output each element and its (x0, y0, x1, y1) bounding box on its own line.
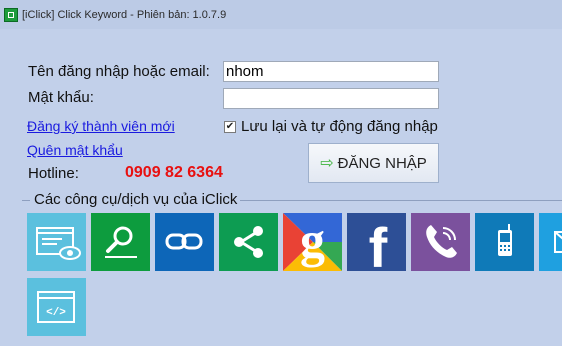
remember-checkbox[interactable]: ✔ (224, 121, 236, 133)
tool-tile-code[interactable]: </> (27, 278, 86, 336)
google-icon: g (283, 213, 342, 271)
svg-text:f: f (369, 216, 388, 271)
tool-tile-link[interactable] (155, 213, 214, 271)
tool-tile-mobile[interactable] (475, 213, 534, 271)
viber-icon (426, 225, 457, 258)
section-divider-right (240, 200, 562, 201)
title-bar[interactable]: [iClick] Click Keyword - Phiên bản: 1.0.… (0, 0, 562, 29)
password-input[interactable] (223, 88, 439, 109)
hotline-label: Hotline: (28, 165, 79, 182)
app-icon (4, 8, 18, 22)
remember-label[interactable]: Lưu lại và tự động đăng nhập (241, 118, 438, 135)
tool-tile-browser[interactable] (27, 213, 86, 271)
tools-section-label: Các công cụ/dịch vụ của iClick (34, 191, 238, 208)
tool-tile-search[interactable] (91, 213, 150, 271)
email-icon (554, 231, 562, 253)
tool-tile-email[interactable] (539, 213, 562, 271)
window-title: [iClick] Click Keyword - Phiên bản: 1.0.… (22, 9, 227, 21)
magnifier-icon (105, 226, 137, 258)
svg-text:</>: </> (46, 307, 66, 319)
section-divider-left (22, 200, 30, 201)
facebook-icon: f (369, 216, 388, 271)
forgot-password-link[interactable]: Quên mật khẩu (27, 142, 123, 158)
code-window-icon: </> (37, 291, 75, 323)
tool-tile-share[interactable] (219, 213, 278, 271)
username-input[interactable] (223, 61, 439, 82)
tool-tile-viber[interactable] (411, 213, 470, 271)
tool-tile-google[interactable]: g (283, 213, 342, 271)
password-label: Mật khẩu: (28, 89, 94, 106)
svg-text:g: g (300, 213, 325, 268)
username-label: Tên đăng nhập hoặc email: (28, 63, 210, 80)
login-button-label: ĐĂNG NHẬP (337, 154, 427, 172)
mobile-phone-icon (498, 224, 512, 256)
tool-tile-facebook[interactable]: f (347, 213, 406, 271)
hotline-number: 0909 82 6364 (125, 164, 223, 181)
arrow-right-icon: ⇨ (320, 155, 334, 172)
share-icon (234, 226, 263, 258)
register-link[interactable]: Đăng ký thành viên mới (27, 118, 175, 134)
login-button[interactable]: ⇨ ĐĂNG NHẬP (308, 143, 439, 183)
chain-link-icon (165, 233, 203, 250)
browser-eye-icon (36, 227, 81, 260)
